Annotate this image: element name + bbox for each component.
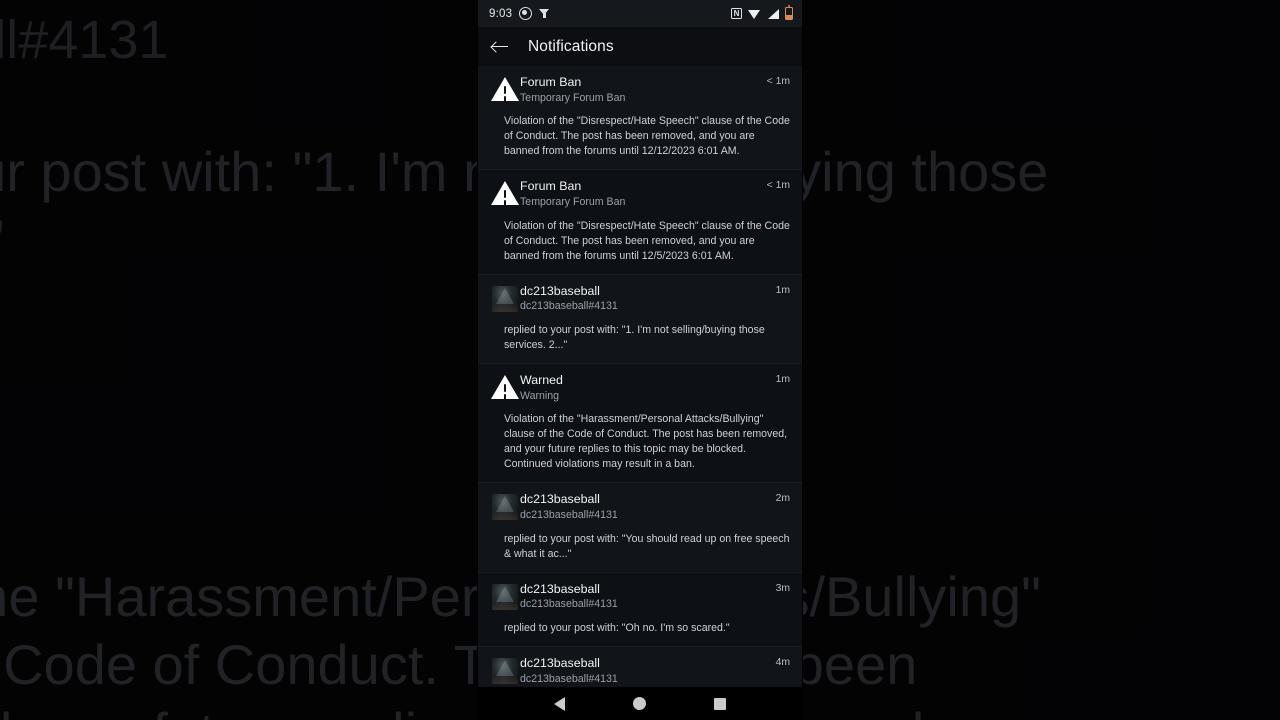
notification-body: Violation of the "Disrespect/Hate Speech… xyxy=(504,219,790,262)
notification-title: Forum Ban xyxy=(520,75,582,89)
app-bar: Notifications xyxy=(478,27,802,66)
notification-header: dc213baseball dc213baseball#4131 4m xyxy=(490,656,790,686)
notification-timestamp: 4m xyxy=(775,657,790,669)
notification-body: Violation of the "Harassment/Personal At… xyxy=(504,413,788,471)
nfc-icon: N xyxy=(731,8,742,19)
notification-text: Forum Ban Temporary Forum Ban xyxy=(520,75,761,105)
notification-subtitle: dc213baseball#4131 xyxy=(520,300,618,313)
system-navigation-bar xyxy=(478,687,802,720)
notification-text: dc213baseball dc213baseball#4131 xyxy=(520,284,770,314)
notification-text: Forum Ban Temporary Forum Ban xyxy=(520,179,761,209)
avatar xyxy=(492,494,518,521)
notification-item[interactable]: Forum Ban Temporary Forum Ban < 1m Viola… xyxy=(478,170,802,275)
notification-icon-slot xyxy=(490,373,520,400)
status-bar-right: N xyxy=(731,5,793,20)
notification-title: dc213baseball xyxy=(520,581,600,596)
wifi-icon xyxy=(748,9,761,19)
notification-subtitle: dc213baseball#4131 xyxy=(520,598,618,611)
notification-item[interactable]: dc213baseball dc213baseball#4131 3m repl… xyxy=(478,572,802,648)
notification-header: Forum Ban Temporary Forum Ban < 1m xyxy=(490,179,790,209)
notification-subtitle: dc213baseball#4131 xyxy=(520,672,618,685)
notification-icon-slot xyxy=(490,492,520,521)
notification-item[interactable]: Forum Ban Temporary Forum Ban < 1m Viola… xyxy=(478,66,802,171)
notification-timestamp: 1m xyxy=(775,284,790,296)
nav-back-icon[interactable] xyxy=(554,696,565,711)
status-bar: 9:03 N xyxy=(478,0,802,27)
notification-text: Warned Warning xyxy=(520,373,770,403)
avatar xyxy=(492,658,518,685)
nav-recents-icon[interactable] xyxy=(714,697,726,710)
warning-triangle-icon xyxy=(491,181,519,206)
notification-subtitle: dc213baseball#4131 xyxy=(520,508,618,521)
notification-body: replied to your post with: "1. I'm not s… xyxy=(504,323,765,352)
notification-header: dc213baseball dc213baseball#4131 2m xyxy=(490,492,790,522)
battery-icon xyxy=(785,5,793,20)
notification-text: dc213baseball dc213baseball#4131 xyxy=(520,656,770,686)
notification-subtitle: Temporary Forum Ban xyxy=(520,195,626,208)
avatar xyxy=(492,583,518,610)
notification-title: Forum Ban xyxy=(520,179,582,194)
notification-icon-slot xyxy=(490,284,520,312)
notification-icon-slot xyxy=(490,656,520,685)
back-arrow-icon[interactable] xyxy=(491,38,509,56)
notification-body: replied to your post with: "Oh no. I'm s… xyxy=(504,622,730,635)
avatar xyxy=(492,285,518,312)
notification-icon-slot xyxy=(490,75,520,101)
nav-home-icon[interactable] xyxy=(633,697,646,710)
notification-timestamp: 1m xyxy=(775,374,790,386)
notification-timestamp: 3m xyxy=(775,582,790,594)
notification-title: Warned xyxy=(520,373,563,388)
notification-subtitle: Warning xyxy=(520,389,560,402)
notification-title: dc213baseball xyxy=(520,656,600,671)
notification-icon-slot xyxy=(490,582,520,610)
notification-icon-slot xyxy=(490,179,520,206)
clock-time: 9:03 xyxy=(489,7,513,20)
notification-item[interactable]: dc213baseball dc213baseball#4131 2m repl… xyxy=(478,483,802,573)
notification-subtitle: Temporary Forum Ban xyxy=(520,91,626,104)
notification-item[interactable]: Warned Warning 1m Violation of the "Hara… xyxy=(478,364,802,484)
notification-body: replied to your post with: "You should r… xyxy=(504,532,790,560)
vpn-icon xyxy=(539,8,550,19)
notification-header: Forum Ban Temporary Forum Ban < 1m xyxy=(490,75,790,105)
notification-header: dc213baseball dc213baseball#4131 1m xyxy=(490,284,790,314)
notification-item[interactable]: dc213baseball dc213baseball#4131 1m repl… xyxy=(478,274,802,365)
notification-body: Violation of the "Disrespect/Hate Speech… xyxy=(504,115,790,158)
phone-screen: 9:03 N Notifications Forum Ban Temporary… xyxy=(478,0,802,720)
notification-timestamp: 2m xyxy=(775,493,790,505)
page-title: Notifications xyxy=(528,37,614,55)
notification-title: dc213baseball xyxy=(520,283,600,298)
notification-title: dc213baseball xyxy=(520,492,600,507)
notification-timestamp: < 1m xyxy=(766,180,790,192)
cell-signal-icon xyxy=(767,8,779,19)
notification-header: Warned Warning 1m xyxy=(490,373,790,403)
screen-record-icon xyxy=(519,7,533,20)
notification-list[interactable]: Forum Ban Temporary Forum Ban < 1m Viola… xyxy=(478,66,802,720)
screenshot-root: dc213baseball dc213baseball#4131 1m repl… xyxy=(0,0,1280,720)
notification-header: dc213baseball dc213baseball#4131 3m xyxy=(490,582,790,612)
warning-triangle-icon xyxy=(491,375,519,400)
notification-text: dc213baseball dc213baseball#4131 xyxy=(520,582,770,612)
status-bar-left: 9:03 xyxy=(489,7,550,20)
warning-triangle-icon xyxy=(491,77,519,101)
notification-timestamp: < 1m xyxy=(766,76,790,87)
notification-text: dc213baseball dc213baseball#4131 xyxy=(520,492,770,522)
